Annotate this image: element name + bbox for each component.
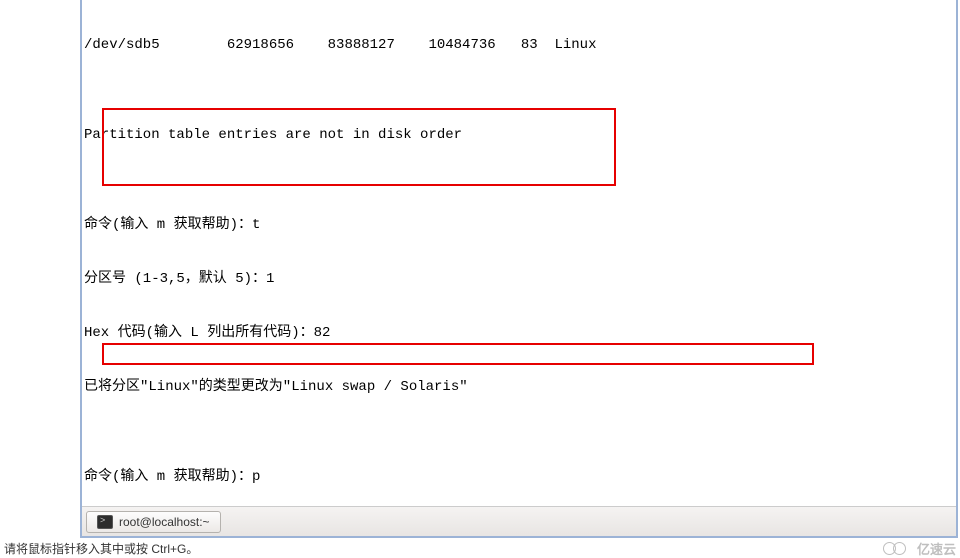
status-bar: 请将鼠标指针移入其中或按 Ctrl+G。 亿速云 [0,538,960,558]
taskbar-item-label: root@localhost:~ [119,515,210,529]
watermark: 亿速云 [883,539,956,558]
taskbar: root@localhost:~ [82,506,956,536]
terminal-line: 已将分区"Linux"的类型更改为"Linux swap / Solaris" [84,378,954,396]
watermark-text: 亿速云 [917,539,956,558]
watermark-icon [883,542,913,554]
terminal-line: Partition table entries are not in disk … [84,126,954,144]
terminal-line: Hex 代码(输入 L 列出所有代码)：82 [84,324,954,342]
terminal-icon [97,515,113,529]
terminal-line: 命令(输入 m 获取帮助)：p [84,468,954,486]
status-hint: 请将鼠标指针移入其中或按 Ctrl+G。 [4,540,198,557]
terminal-line: 命令(输入 m 获取帮助)：t [84,216,954,234]
terminal-window: /dev/sdb5 62918656 83888127 10484736 83 … [80,0,958,538]
gutter [0,0,80,538]
terminal-output[interactable]: /dev/sdb5 62918656 83888127 10484736 83 … [82,0,956,506]
taskbar-item-terminal[interactable]: root@localhost:~ [86,511,221,533]
terminal-line: 分区号 (1-3,5，默认 5)：1 [84,270,954,288]
terminal-line: /dev/sdb5 62918656 83888127 10484736 83 … [84,36,954,54]
